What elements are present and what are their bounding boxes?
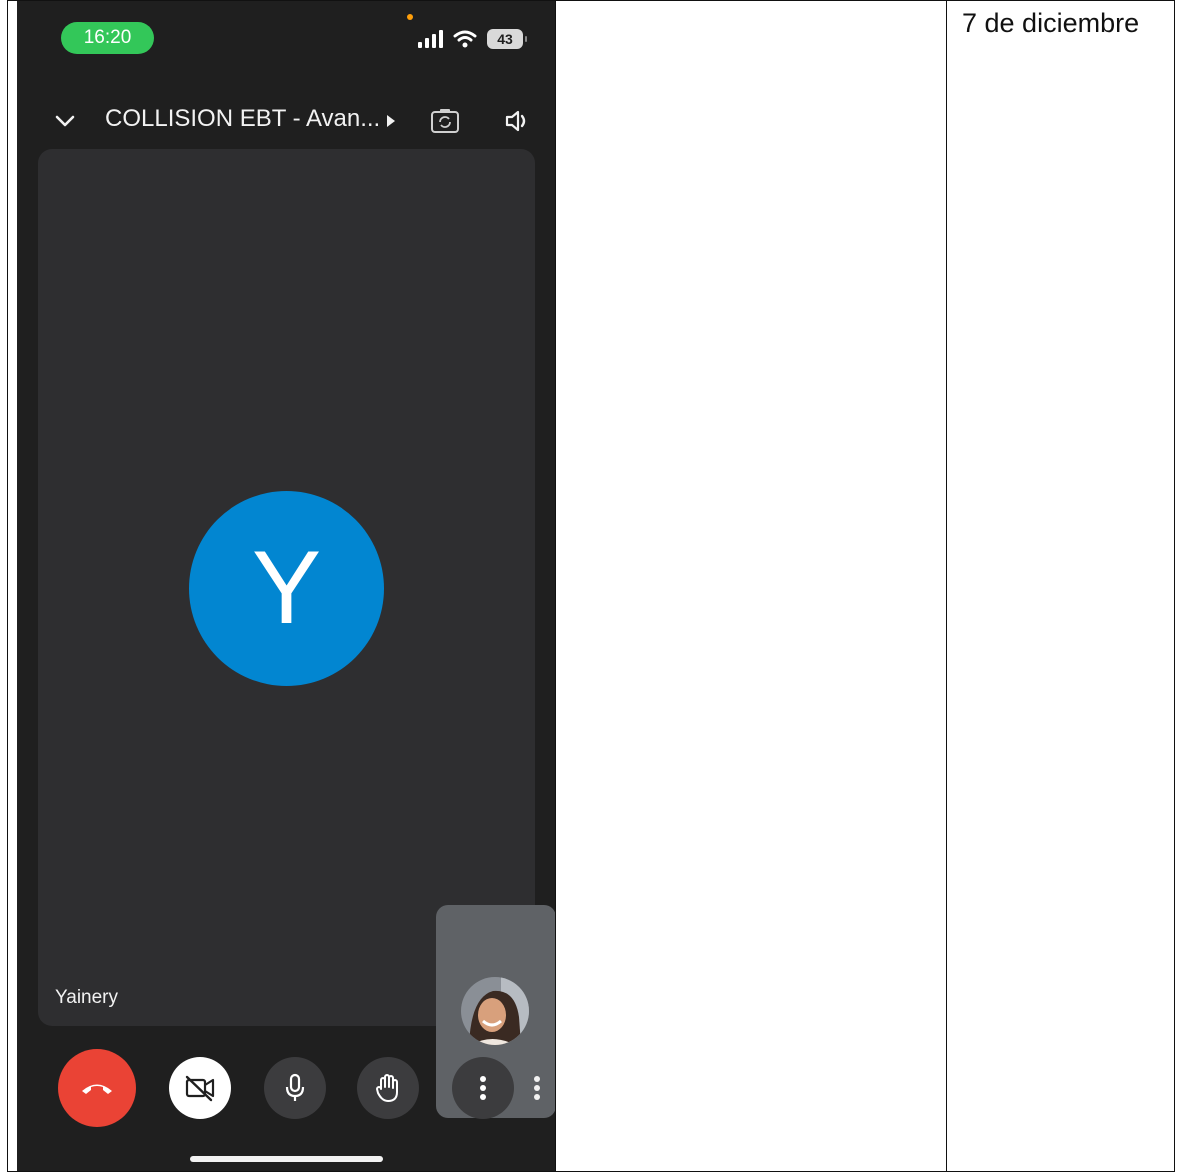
home-indicator[interactable] xyxy=(190,1156,383,1162)
mic-indicator-dot xyxy=(407,14,413,20)
end-call-icon xyxy=(82,1084,112,1094)
raise-hand-button[interactable] xyxy=(357,1057,419,1119)
main-participant-tile[interactable]: Y Yainery xyxy=(38,149,555,1118)
microphone-button[interactable] xyxy=(264,1057,326,1119)
status-icons: 43 xyxy=(417,28,527,50)
meeting-header: COLLISION EBT - Avan... xyxy=(17,99,555,143)
caret-right-icon[interactable] xyxy=(387,115,395,127)
phone-screenshot: 16:20 43 COLLISION EBT - Avan... Y Yaine… xyxy=(17,1,555,1171)
participant-name: Yainery xyxy=(55,987,119,1008)
end-call-button[interactable] xyxy=(58,1049,136,1127)
signal-icon xyxy=(418,30,443,48)
participant-avatar: Y xyxy=(189,491,384,686)
speaker-icon[interactable] xyxy=(503,107,531,135)
status-time: 16:20 xyxy=(61,22,154,54)
raise-hand-icon xyxy=(376,1074,398,1102)
microphone-icon xyxy=(285,1073,305,1101)
call-controls xyxy=(17,1049,555,1129)
wifi-icon xyxy=(453,30,477,48)
date-note: 7 de diciembre xyxy=(962,8,1140,38)
chevron-down-icon[interactable] xyxy=(53,109,77,133)
more-options-button[interactable] xyxy=(452,1057,514,1119)
camera-switch-icon[interactable] xyxy=(430,107,460,135)
more-options-icon xyxy=(480,1076,486,1100)
self-avatar-photo xyxy=(461,977,529,1045)
video-toggle-button[interactable] xyxy=(169,1057,231,1119)
battery-icon: 43 xyxy=(487,29,527,49)
video-off-icon xyxy=(185,1075,215,1102)
meeting-title[interactable]: COLLISION EBT - Avan... xyxy=(105,105,380,133)
